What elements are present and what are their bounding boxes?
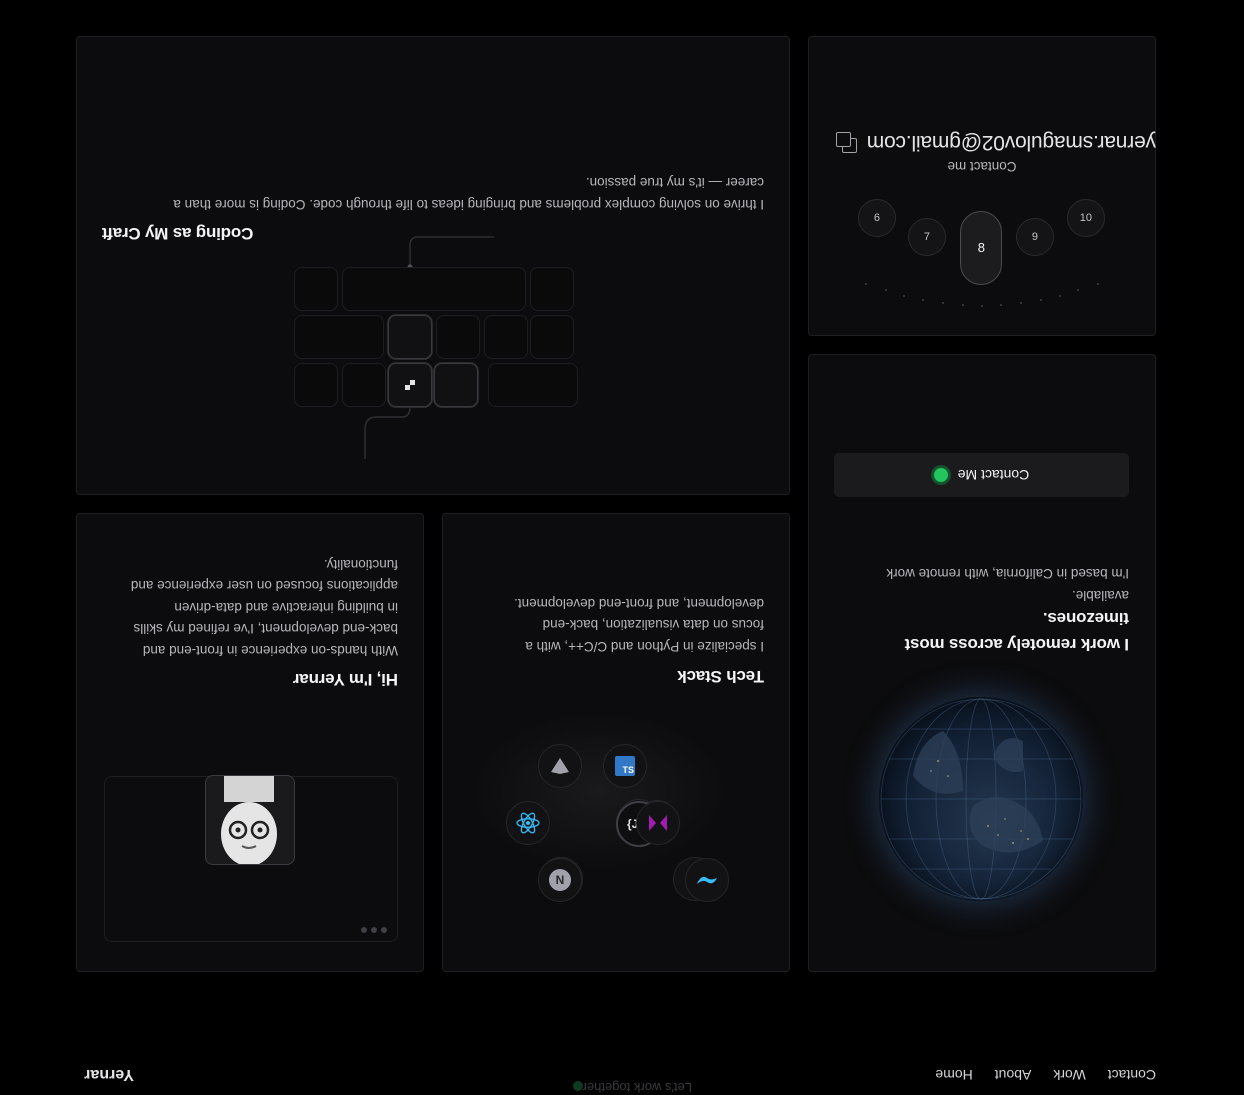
globe-graphic [879, 697, 1083, 901]
nav-link-home[interactable]: Home [935, 1067, 972, 1083]
navbar: Contact Work About Home Let's work toget… [0, 1039, 1244, 1095]
site-logo[interactable]: Yernar [84, 1065, 134, 1083]
tech-stack-card: {JS} N [442, 513, 790, 972]
status-dot-icon [933, 468, 948, 482]
tech-glow [469, 711, 729, 871]
tailwind-icon [673, 857, 717, 901]
nav-link-contact[interactable]: Contact [1108, 1067, 1156, 1083]
coding-card [76, 36, 790, 495]
nav-links: Contact Work About Home [935, 1067, 1156, 1083]
location-text: available. I'm based in California, with… [886, 566, 1129, 604]
location-card: timezones. I work remotely across most a… [808, 354, 1156, 972]
mapbox-icon-wrap [635, 800, 679, 844]
nav-link-work[interactable]: Work [1053, 1067, 1085, 1083]
location-title: timezones. [1043, 609, 1129, 628]
nav-link-about[interactable]: About [995, 1067, 1032, 1083]
location-title-2: I work remotely across most [904, 635, 1129, 654]
ghost-cta: Let's work together [565, 1080, 692, 1095]
contact-card [808, 36, 1156, 336]
nextjs-icon: N [539, 857, 583, 901]
intro-card [76, 513, 424, 972]
contact-me-button[interactable]: Contact Me [834, 453, 1129, 497]
